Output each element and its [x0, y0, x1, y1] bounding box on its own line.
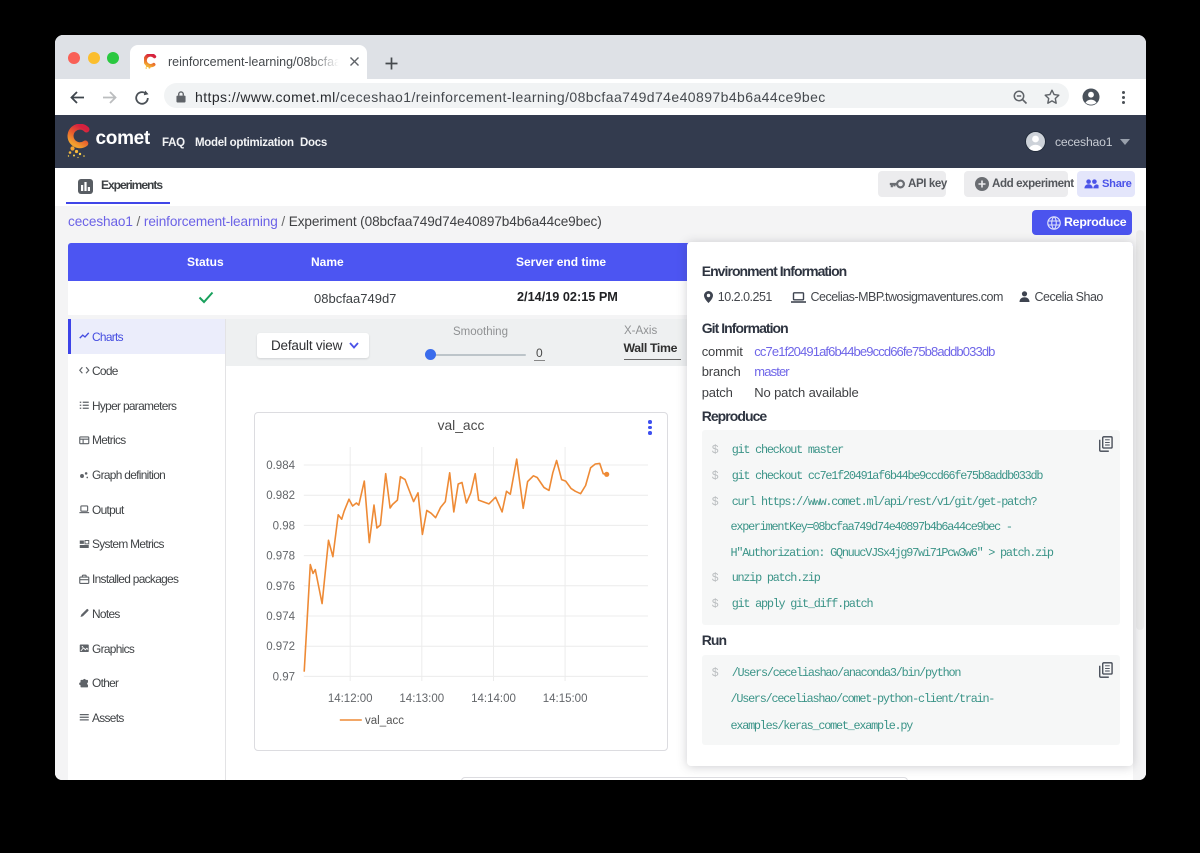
svg-text:0.982: 0.982	[266, 490, 295, 502]
svg-text:0.97: 0.97	[273, 671, 295, 683]
svg-text:val_acc: val_acc	[365, 715, 404, 727]
svg-text:0.978: 0.978	[266, 551, 295, 563]
svg-text:0.974: 0.974	[266, 611, 295, 623]
svg-text:14:15:00: 14:15:00	[543, 693, 588, 705]
svg-text:0.972: 0.972	[266, 641, 295, 653]
svg-text:0.98: 0.98	[273, 520, 295, 532]
svg-text:0.984: 0.984	[266, 460, 295, 472]
svg-text:14:13:00: 14:13:00	[399, 693, 444, 705]
svg-text:0.976: 0.976	[266, 581, 295, 593]
svg-text:14:12:00: 14:12:00	[328, 693, 373, 705]
svg-text:14:14:00: 14:14:00	[471, 693, 516, 705]
